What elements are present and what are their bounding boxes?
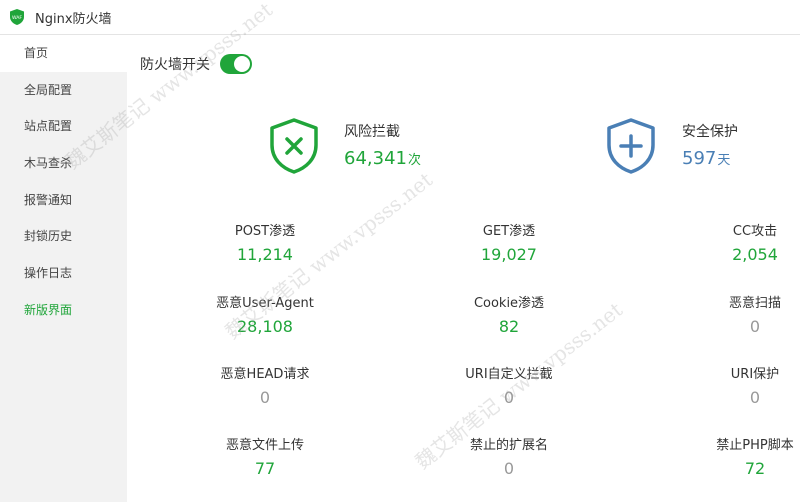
security-protection-summary: 安全保护 597天: [605, 117, 738, 175]
stat-value: 0: [503, 388, 515, 407]
stat-cookie: Cookie渗透 82: [434, 292, 584, 336]
risk-intercept-value-row: 64,341次: [344, 148, 421, 169]
firewall-switch-row: 防火墙开关: [140, 53, 252, 75]
security-protection-value-row: 597天: [682, 148, 738, 169]
stat-value: 0: [503, 459, 515, 478]
waf-logo-icon: WAF: [10, 9, 24, 25]
shield-x-icon: [270, 118, 318, 174]
stat-value: 11,214: [237, 245, 293, 264]
stat-label: URI保护: [730, 367, 780, 382]
sidebar-item-global-config[interactable]: 全局配置: [0, 72, 127, 109]
stat-label: GET渗透: [482, 224, 536, 239]
stat-uri-protect: URI保护 0: [680, 363, 800, 407]
stat-label: POST渗透: [234, 224, 296, 239]
sidebar-item-home[interactable]: 首页: [0, 35, 127, 72]
stat-user-agent: 恶意User-Agent 28,108: [190, 292, 340, 336]
stat-label: 禁止的扩展名: [469, 438, 548, 453]
stat-uri-custom: URI自定义拦截 0: [434, 363, 584, 407]
sidebar-item-block-history[interactable]: 封锁历史: [0, 218, 127, 255]
stat-scan: 恶意扫描 0: [680, 292, 800, 336]
firewall-switch-label: 防火墙开关: [140, 57, 210, 73]
sidebar-item-new-ui[interactable]: 新版界面: [0, 292, 127, 329]
stat-label: URI自定义拦截: [465, 367, 553, 382]
stat-ext: 禁止的扩展名 0: [434, 434, 584, 478]
security-protection-days: 597: [682, 148, 717, 169]
svg-text:WAF: WAF: [12, 15, 22, 21]
stat-value: 19,027: [481, 245, 537, 264]
sidebar-item-site-config[interactable]: 站点配置: [0, 108, 127, 145]
stat-label: 恶意扫描: [728, 296, 781, 311]
stat-value: 2,054: [732, 245, 778, 264]
stat-value: 0: [749, 388, 761, 407]
stat-head: 恶意HEAD请求 0: [190, 363, 340, 407]
risk-intercept-unit: 次: [407, 153, 421, 168]
stat-upload: 恶意文件上传 77: [190, 434, 340, 478]
sidebar-item-trojan-scan[interactable]: 木马查杀: [0, 145, 127, 182]
risk-intercept-label: 风险拦截: [344, 124, 400, 140]
risk-intercept-summary: 风险拦截 64,341次: [268, 117, 421, 175]
sidebar-item-operation-log[interactable]: 操作日志: [0, 255, 127, 292]
toggle-knob: [234, 56, 250, 72]
stat-label: 恶意HEAD请求: [220, 367, 310, 382]
shield-plus-icon: [607, 118, 655, 174]
stat-value: 28,108: [237, 317, 293, 336]
stat-value: 72: [744, 459, 766, 478]
app-title: Nginx防火墙: [35, 11, 112, 27]
sidebar: 首页 全局配置 站点配置 木马查杀 报警通知 封锁历史 操作日志 新版界面: [0, 35, 127, 502]
stat-label: 恶意User-Agent: [216, 296, 314, 311]
risk-intercept-count: 64,341: [344, 148, 407, 169]
stat-cc: CC攻击 2,054: [680, 220, 800, 264]
security-protection-label: 安全保护: [682, 124, 738, 140]
stat-get: GET渗透 19,027: [434, 220, 584, 264]
stat-value: 0: [259, 388, 271, 407]
stat-value: 82: [498, 317, 520, 336]
title-bar: WAF Nginx防火墙: [0, 0, 800, 35]
security-protection-unit: 天: [717, 153, 731, 168]
stat-value: 77: [254, 459, 276, 478]
stat-post: POST渗透 11,214: [190, 220, 340, 264]
sidebar-item-alert-notify[interactable]: 报警通知: [0, 182, 127, 219]
stat-label: 恶意文件上传: [225, 438, 304, 453]
main-panel: 防火墙开关 风险拦截 64,341次 安全保护 597天 POST渗透 11,21…: [127, 35, 800, 502]
stat-label: CC攻击: [732, 224, 778, 239]
stat-php: 禁止PHP脚本 72: [680, 434, 800, 478]
stat-label: Cookie渗透: [473, 296, 545, 311]
firewall-toggle[interactable]: [220, 54, 252, 74]
stat-label: 禁止PHP脚本: [716, 438, 794, 453]
stat-value: 0: [749, 317, 761, 336]
